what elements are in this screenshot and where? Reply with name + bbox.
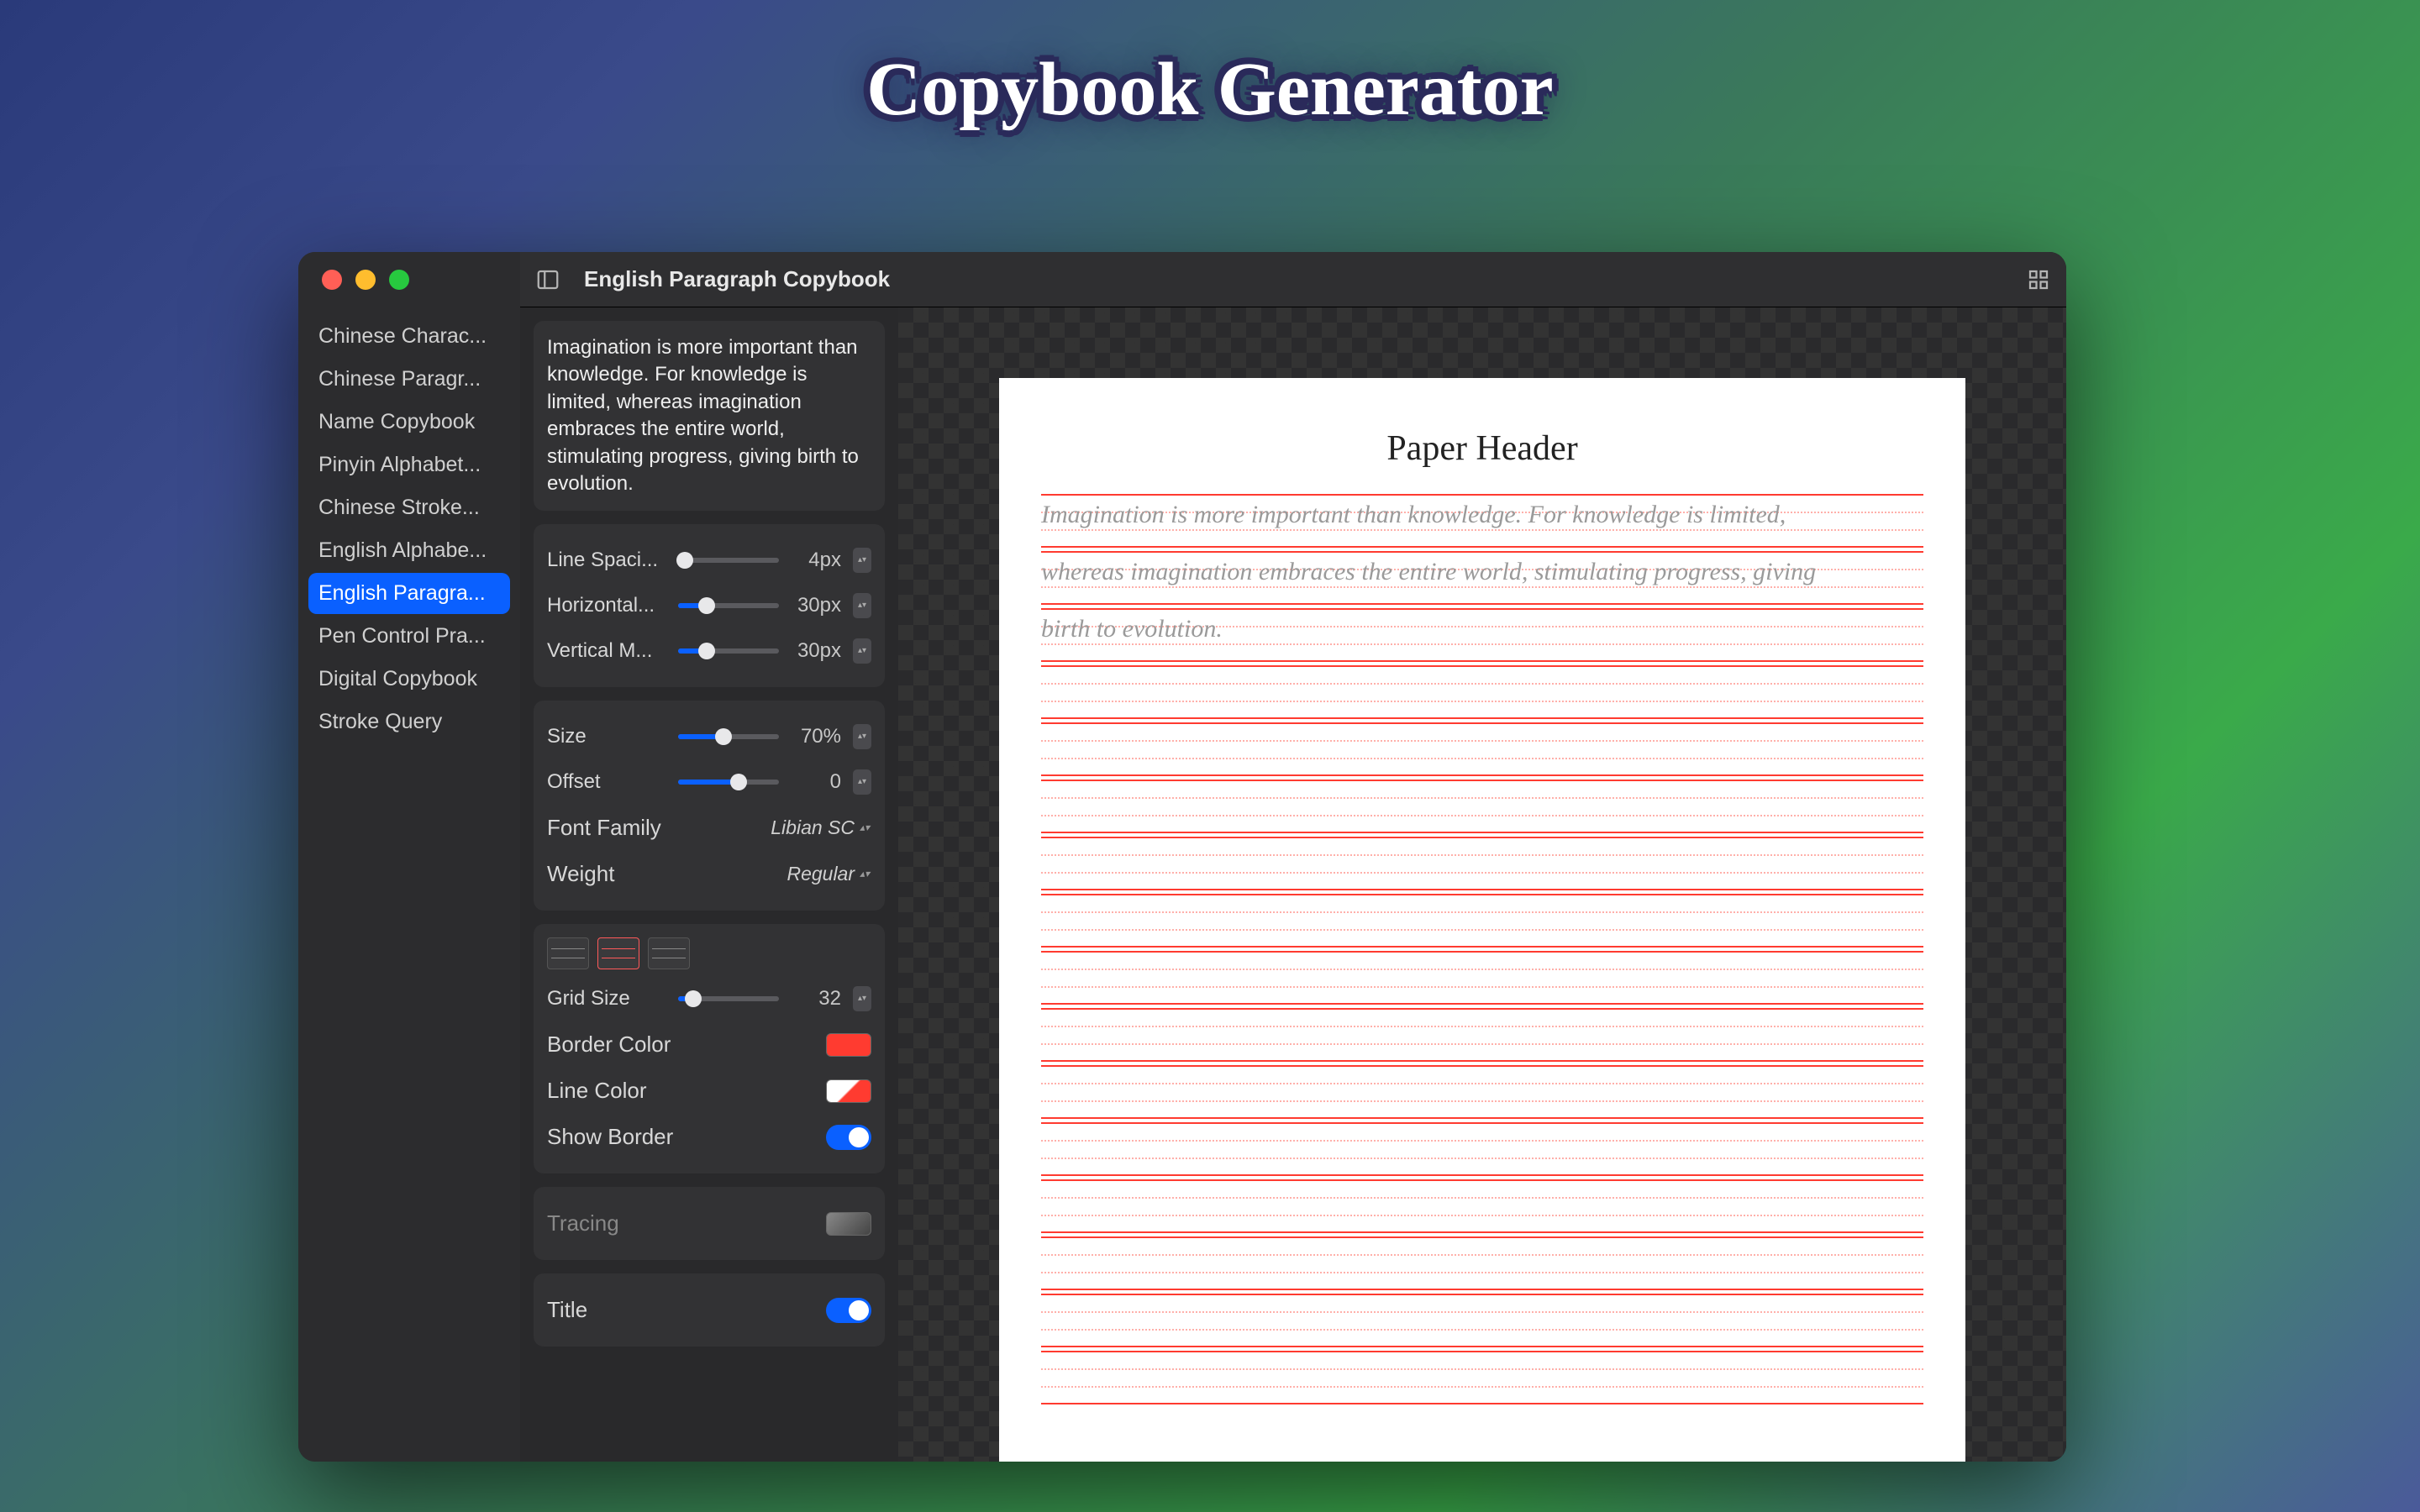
tracing-row: Tracing [547,1200,871,1247]
title-panel: Title [534,1273,885,1347]
traced-text: whereas imagination embraces the entire … [1041,558,1923,586]
grid-size-row: Grid Size 32 ▴▾ [547,976,871,1021]
app-window: Chinese Charac...Chinese Paragr...Name C… [298,252,2066,1462]
sidebar-item-0[interactable]: Chinese Charac... [308,316,510,357]
sidebar-item-7[interactable]: Pen Control Pra... [308,616,510,657]
traced-text: birth to evolution. [1041,615,1923,643]
stepper[interactable]: ▴▾ [853,548,871,573]
line-color-row: Line Color [547,1068,871,1114]
sidebar: Chinese Charac...Chinese Paragr...Name C… [298,252,520,1462]
font-panel: Size 70% ▴▾ Offset 0 ▴▾ Font Family [534,701,885,911]
inspector: Imagination is more important than knowl… [520,307,898,1462]
traffic-lights [298,252,520,307]
chevron-updown-icon: ▴▾ [860,825,871,831]
paper: Paper Header Imagination is more importa… [999,378,1965,1462]
window-title: English Paragraph Copybook [584,266,890,292]
line-row [1041,1179,1923,1233]
sidebar-item-5[interactable]: English Alphabe... [308,530,510,571]
font-family-row: Font Family Libian SC ▴▾ [547,805,871,851]
ruled-lines: Imagination is more important than knowl… [1041,494,1923,1404]
offset-row: Offset 0 ▴▾ [547,759,871,805]
line-row [1041,951,1923,1005]
vertical-slider[interactable] [678,648,779,654]
chevron-updown-icon: ▴▾ [860,871,871,877]
weight-row: Weight Regular ▴▾ [547,851,871,897]
text-panel: Imagination is more important than knowl… [534,321,885,511]
border-color-swatch[interactable] [826,1033,871,1057]
line-row [1041,1351,1923,1404]
line-color-swatch[interactable] [826,1079,871,1103]
sidebar-item-1[interactable]: Chinese Paragr... [308,359,510,400]
size-slider[interactable] [678,734,779,739]
sidebar-item-4[interactable]: Chinese Stroke... [308,487,510,528]
grid-size-slider[interactable] [678,996,779,1001]
hero-title: Copybook Generator [866,46,1553,133]
stepper[interactable]: ▴▾ [853,986,871,1011]
grid-panel: Grid Size 32 ▴▾ Border Color Line Color [534,924,885,1173]
line-row: Imagination is more important than knowl… [1041,494,1923,548]
text-content[interactable]: Imagination is more important than knowl… [547,334,871,497]
line-row [1041,1236,1923,1290]
line-row [1041,894,1923,948]
stepper[interactable]: ▴▾ [853,638,871,664]
tracing-swatch[interactable] [826,1212,871,1236]
traced-text: Imagination is more important than knowl… [1041,501,1923,529]
close-button[interactable] [322,270,342,290]
sidebar-item-6[interactable]: English Paragra... [308,573,510,614]
line-row [1041,1294,1923,1347]
title-row: Title [547,1287,871,1333]
sidebar-item-2[interactable]: Name Copybook [308,402,510,443]
paper-header: Paper Header [1041,428,1923,469]
line-row: birth to evolution. [1041,608,1923,662]
border-color-row: Border Color [547,1021,871,1068]
grid-style-thumbs [547,937,871,969]
sidebar-toggle-icon[interactable] [535,267,560,292]
line-row [1041,1065,1923,1119]
font-family-select[interactable]: Libian SC ▴▾ [771,816,871,839]
stepper[interactable]: ▴▾ [853,724,871,749]
line-row [1041,1122,1923,1176]
line-spacing-row: Line Spaci... 4px ▴▾ [547,538,871,583]
line-row [1041,837,1923,890]
zoom-button[interactable] [389,270,409,290]
line-row [1041,780,1923,833]
line-row: whereas imagination embraces the entire … [1041,551,1923,605]
sidebar-item-3[interactable]: Pinyin Alphabet... [308,444,510,486]
line-row [1041,722,1923,776]
preview-area[interactable]: Paper Header Imagination is more importa… [898,307,2066,1462]
line-spacing-slider[interactable] [678,558,779,563]
size-row: Size 70% ▴▾ [547,714,871,759]
grid-style-3[interactable] [648,937,690,969]
minimize-button[interactable] [355,270,376,290]
line-row [1041,1008,1923,1062]
horizontal-margin-row: Horizontal... 30px ▴▾ [547,583,871,628]
weight-select[interactable]: Regular ▴▾ [786,863,871,885]
grid-style-2[interactable] [597,937,639,969]
line-row [1041,665,1923,719]
layout-panel: Line Spaci... 4px ▴▾ Horizontal... 30px … [534,524,885,687]
stepper[interactable]: ▴▾ [853,593,871,618]
grid-view-icon[interactable] [2026,267,2051,292]
main: English Paragraph Copybook Imagination i… [520,252,2066,1462]
vertical-margin-row: Vertical M... 30px ▴▾ [547,628,871,674]
tracing-panel: Tracing [534,1187,885,1260]
horizontal-slider[interactable] [678,603,779,608]
grid-style-1[interactable] [547,937,589,969]
sidebar-item-8[interactable]: Digital Copybook [308,659,510,700]
title-toggle[interactable] [826,1298,871,1323]
offset-slider[interactable] [678,780,779,785]
toolbar: English Paragraph Copybook [520,252,2066,307]
sidebar-item-9[interactable]: Stroke Query [308,701,510,743]
show-border-row: Show Border [547,1114,871,1160]
show-border-toggle[interactable] [826,1125,871,1150]
stepper[interactable]: ▴▾ [853,769,871,795]
